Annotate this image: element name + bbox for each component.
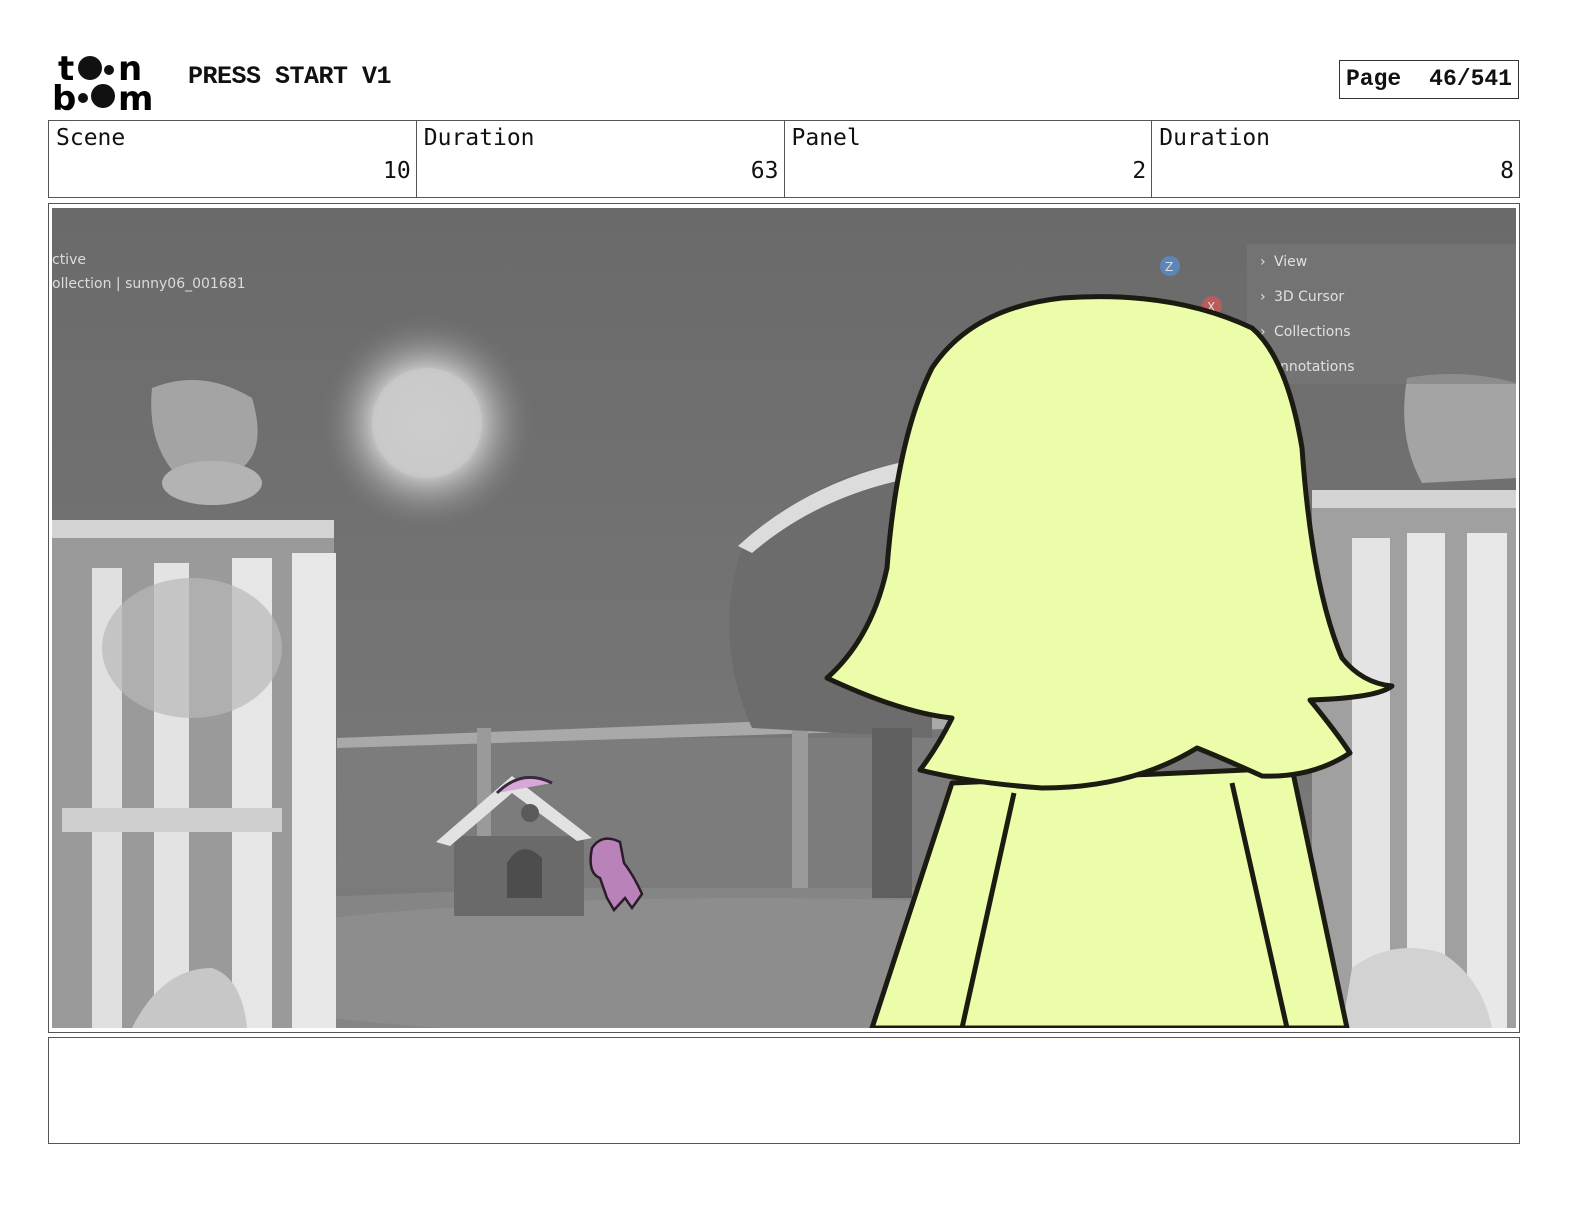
viewport-mode-text: ctive <box>52 252 86 268</box>
panel-duration-value: 8 <box>1500 158 1514 184</box>
menu-item-annotations[interactable]: nnotations <box>1280 359 1355 375</box>
page-label: Page <box>1346 66 1402 92</box>
svg-text:b: b <box>52 79 76 112</box>
chevron-right-icon: › <box>1260 254 1266 270</box>
document-title: PRESS START V1 <box>188 62 392 91</box>
storyboard-panel-image: ctive ollection | sunny06_001681 › View … <box>52 208 1516 1028</box>
scene-duration-value: 63 <box>750 158 779 184</box>
storyboard-panel-frame: ctive ollection | sunny06_001681 › View … <box>48 203 1520 1033</box>
menu-item-view[interactable]: View <box>1274 254 1307 270</box>
viewport-collection-text: ollection | sunny06_001681 <box>52 276 246 292</box>
scene-duration-cell: Duration 63 <box>417 121 785 197</box>
menu-item-3d-cursor[interactable]: 3D Cursor <box>1274 289 1344 305</box>
scene-info-table: Scene 10 Duration 63 Panel 2 Duration 8 <box>48 120 1520 198</box>
svg-text:m: m <box>118 79 153 112</box>
page-indicator: Page 46/541 <box>1339 60 1519 99</box>
gizmo-z-label: Z <box>1165 260 1173 274</box>
chevron-right-icon: › <box>1260 289 1266 305</box>
scene-value: 10 <box>383 158 411 184</box>
scene-cell: Scene 10 <box>49 121 417 197</box>
panel-duration-label: Duration <box>1159 125 1271 151</box>
scene-label: Scene <box>56 125 126 151</box>
panel-cell: Panel 2 <box>785 121 1153 197</box>
panel-caption-box[interactable] <box>48 1037 1520 1144</box>
scene-duration-label: Duration <box>423 125 535 151</box>
panel-duration-cell: Duration 8 <box>1152 121 1519 197</box>
menu-item-collections[interactable]: Collections <box>1274 324 1351 340</box>
toonboom-logo: t n b m <box>52 50 153 112</box>
panel-label: Panel <box>791 125 861 151</box>
panel-value: 2 <box>1132 158 1147 184</box>
page-number: 46/541 <box>1429 66 1512 92</box>
